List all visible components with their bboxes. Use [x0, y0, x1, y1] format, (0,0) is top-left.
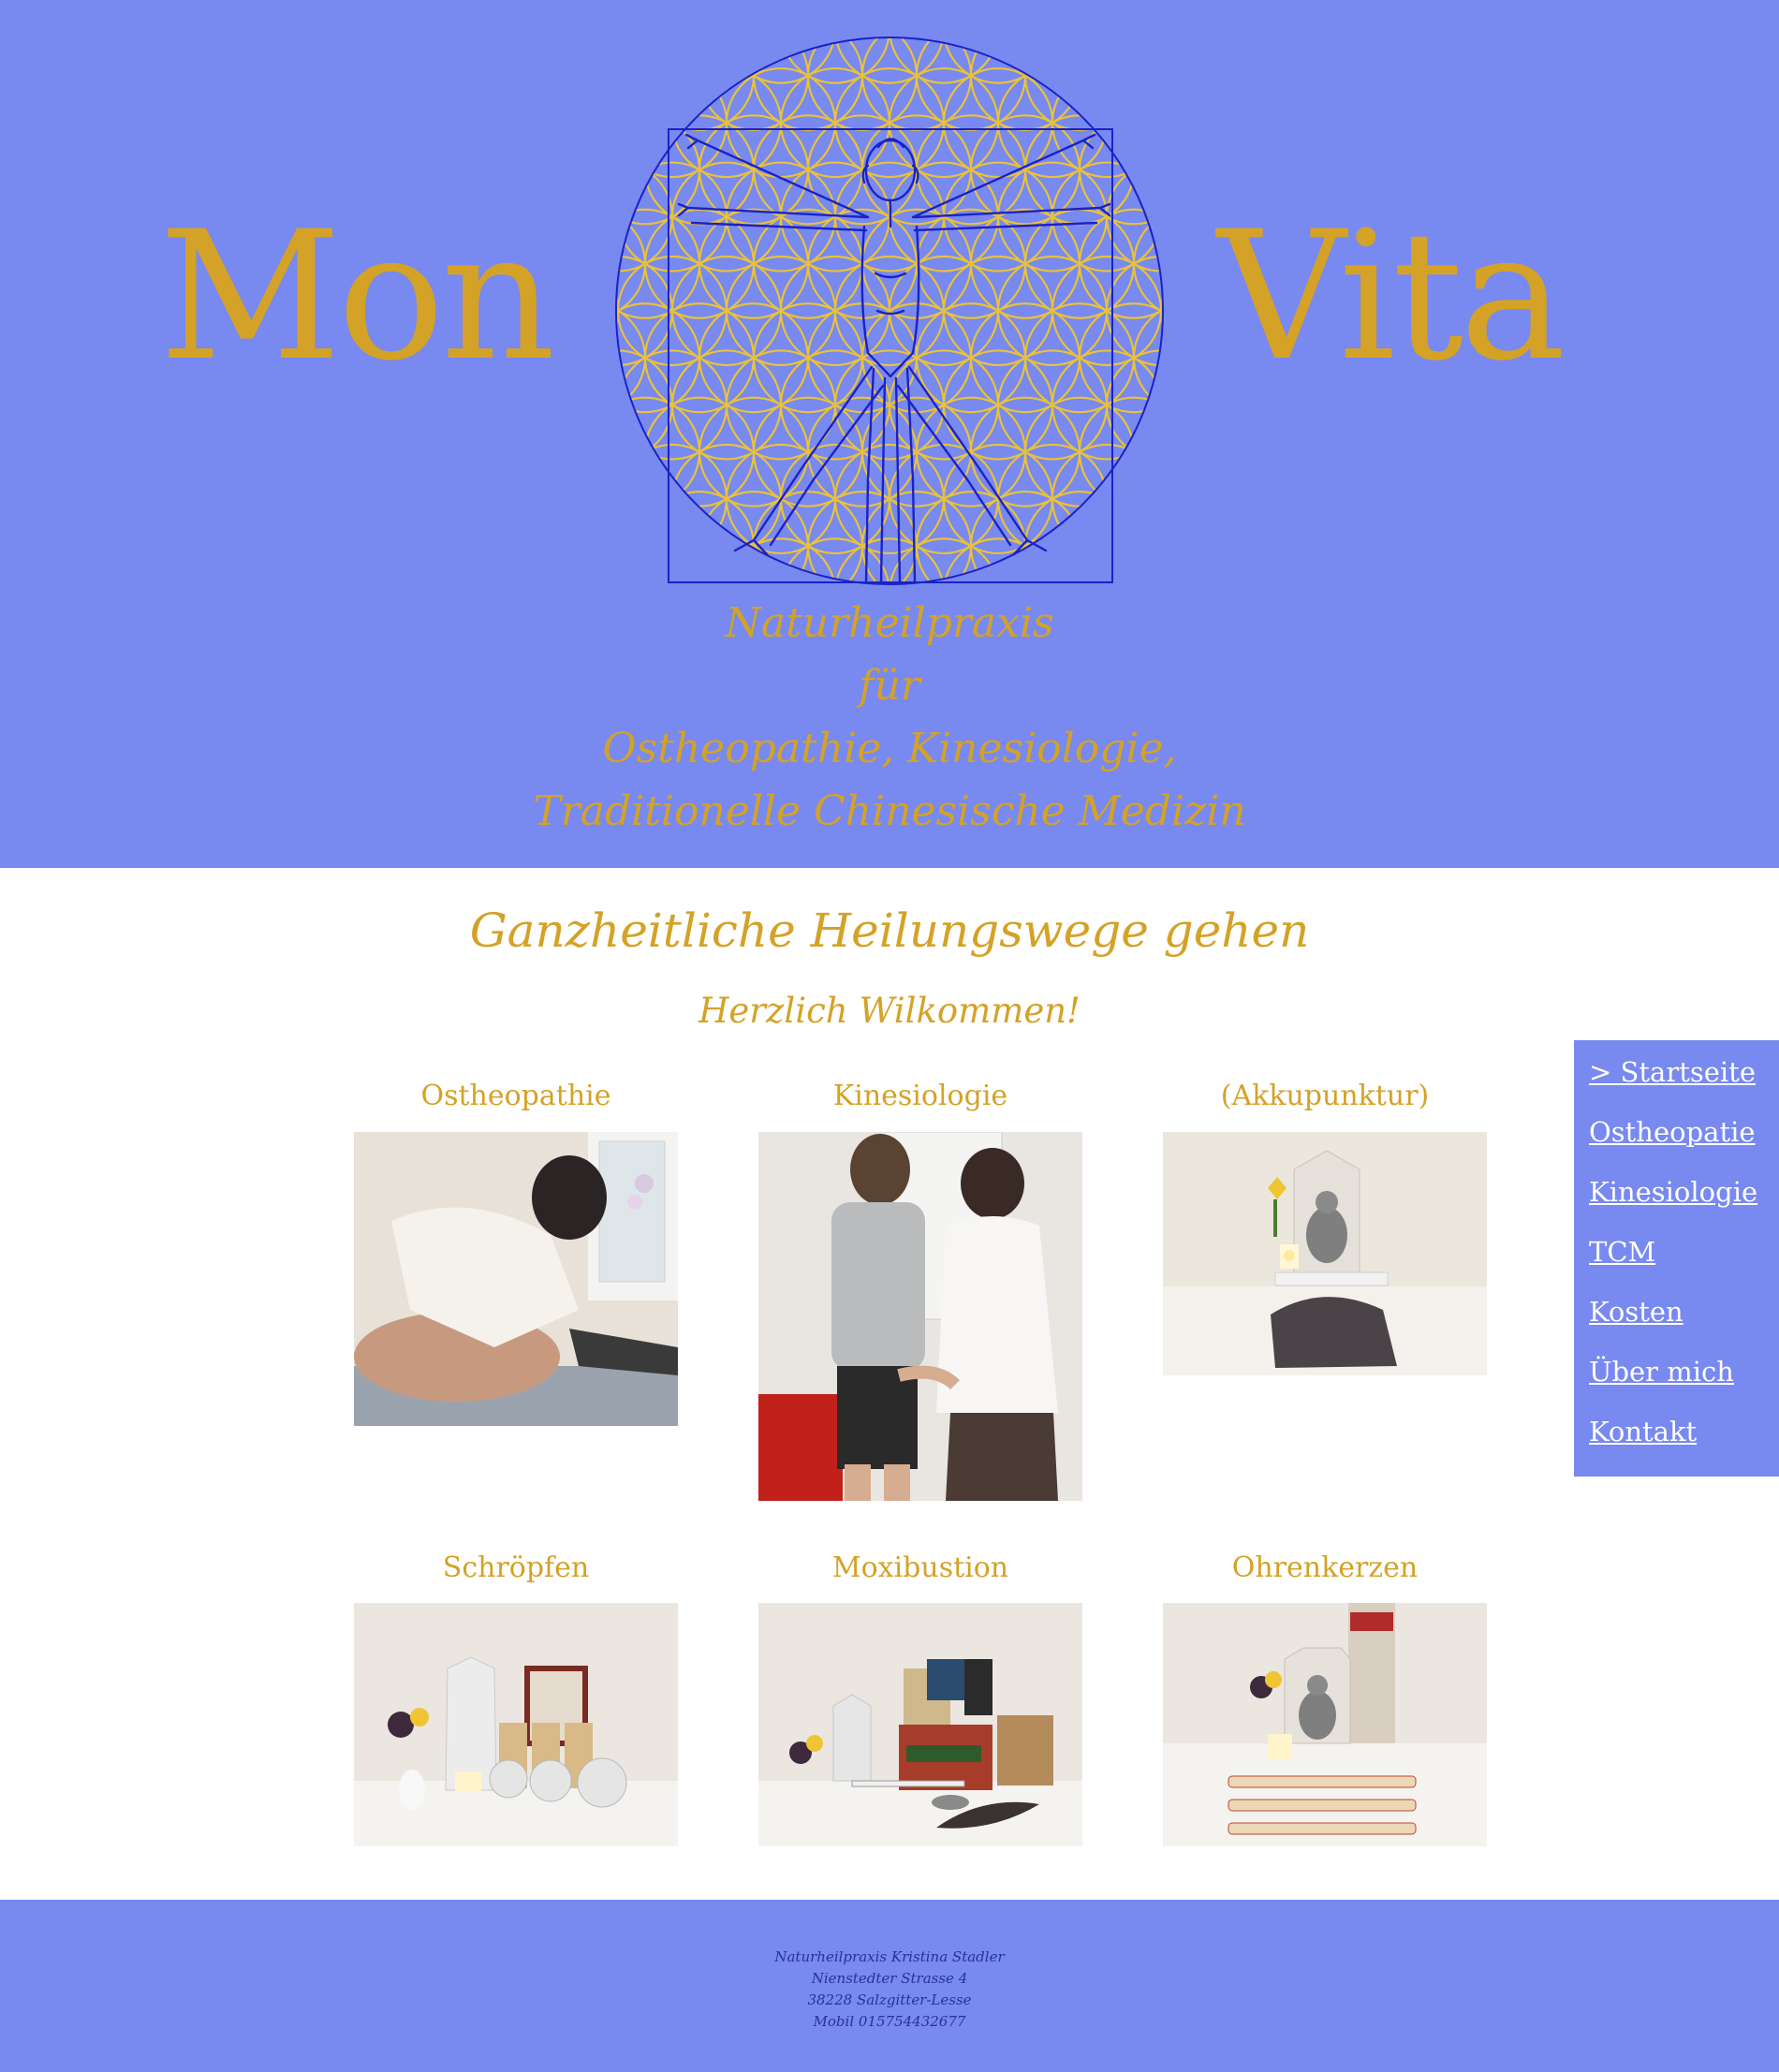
brand-word-vita: Vita — [1217, 193, 1566, 400]
tile-title-acupuncture[interactable]: (Akkupunktur) — [1163, 1080, 1487, 1112]
footer-line: Nienstedter Strasse 4 — [811, 1970, 968, 1987]
tile-title-osteopathy[interactable]: Ostheopathie — [354, 1080, 678, 1112]
tagline-line: Ostheopathie, Kinesiologie, — [602, 725, 1177, 772]
footer-line: 38228 Salzgitter-Lesse — [807, 1991, 972, 2008]
footer-line: Naturheilpraxis Kristina Stadler — [774, 1948, 1005, 1965]
footer-address: Naturheilpraxis Kristina Stadler Nienste… — [0, 1947, 1779, 2033]
nav-item-kosten[interactable]: Kosten — [1589, 1296, 1683, 1328]
side-navigation: > Startseite Ostheopatie Kinesiologie TC… — [1574, 1040, 1779, 1477]
footer-line: Mobil 015754432677 — [813, 2013, 966, 2030]
tagline-line: Traditionelle Chinesische Medizin — [533, 787, 1246, 835]
moxibustion-tools-photo[interactable] — [758, 1603, 1082, 1846]
nav-item-startseite[interactable]: > Startseite — [1589, 1056, 1756, 1088]
tile-title-kinesiology[interactable]: Kinesiologie — [758, 1080, 1082, 1112]
nav-item-kinesiologie[interactable]: Kinesiologie — [1589, 1176, 1757, 1208]
welcome-text: Herzlich Wilkommen! — [698, 991, 1081, 1031]
nav-item-ueber-mich[interactable]: Über mich — [1589, 1356, 1734, 1388]
site-footer: Naturheilpraxis Kristina Stadler Nienste… — [0, 1900, 1779, 2072]
page-headline: Ganzheitliche Heilungswege gehen — [469, 904, 1310, 958]
tile-title-ear-candles[interactable]: Ohrenkerzen — [1163, 1551, 1487, 1584]
osteopathy-treatment-photo[interactable] — [354, 1132, 678, 1426]
cupping-glasses-photo[interactable] — [354, 1603, 678, 1846]
tile-title-cupping[interactable]: Schröpfen — [354, 1551, 678, 1584]
vitruvian-flower-of-life-icon — [615, 37, 1164, 585]
site-header: Mon Vita Naturheilpraxis für Ostheopathi… — [0, 0, 1779, 868]
tagline-line: Naturheilpraxis — [725, 599, 1054, 647]
nav-item-ostheopatie[interactable]: Ostheopatie — [1589, 1116, 1756, 1148]
tagline-line: für — [859, 662, 920, 710]
brand-word-mon: Mon — [159, 193, 555, 400]
ear-candles-photo[interactable] — [1163, 1603, 1487, 1846]
acupuncture-altar-photo[interactable] — [1163, 1132, 1487, 1375]
kinesiology-muscle-test-photo[interactable] — [758, 1132, 1082, 1501]
nav-item-tcm[interactable]: TCM — [1589, 1236, 1655, 1268]
tile-title-moxibustion[interactable]: Moxibustion — [758, 1551, 1082, 1584]
practice-tagline: Naturheilpraxis für Ostheopathie, Kinesi… — [0, 592, 1779, 843]
nav-item-kontakt[interactable]: Kontakt — [1589, 1416, 1697, 1447]
